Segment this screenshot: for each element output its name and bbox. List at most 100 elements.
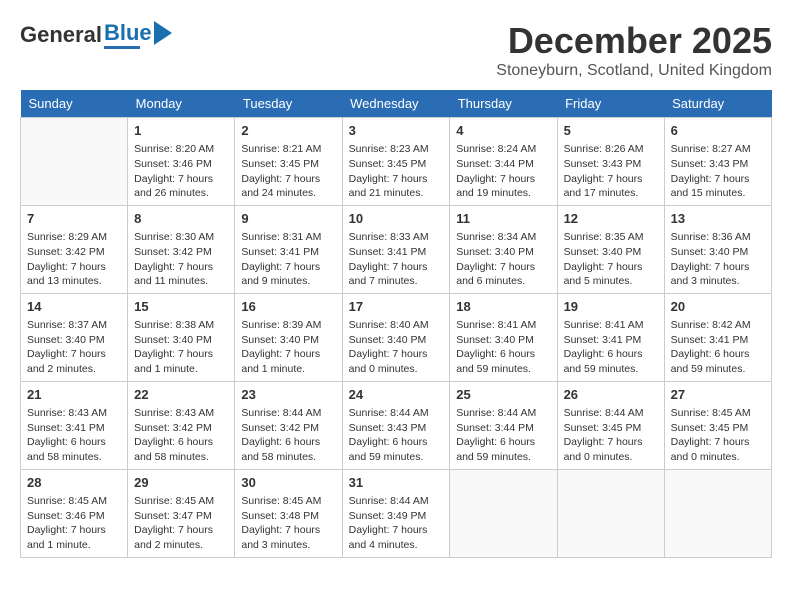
calendar-cell: 7Sunrise: 8:29 AM Sunset: 3:42 PM Daylig… (21, 205, 128, 293)
calendar-cell (557, 469, 664, 557)
day-number: 6 (671, 122, 765, 140)
day-info: Sunrise: 8:44 AM Sunset: 3:43 PM Dayligh… (349, 406, 444, 465)
day-info: Sunrise: 8:44 AM Sunset: 3:42 PM Dayligh… (241, 406, 335, 465)
calendar-cell: 8Sunrise: 8:30 AM Sunset: 3:42 PM Daylig… (128, 205, 235, 293)
day-info: Sunrise: 8:41 AM Sunset: 3:41 PM Dayligh… (564, 318, 658, 377)
calendar-cell: 17 Sunrise: 8:40 AM Sunset: 3:40 PM Dayli… (342, 293, 450, 381)
calendar-week-row: 28 Sunrise: 8:45 AM Sunset: 3:46 PM Dayli… (21, 469, 772, 557)
day-number: 28 (27, 474, 121, 492)
day-info: Sunrise: 8:20 AM Sunset: 3:46 PM Dayligh… (134, 142, 228, 201)
calendar-cell: 30 Sunrise: 8:45 AM Sunset: 3:48 PM Dayli… (235, 469, 342, 557)
column-header-thursday: Thursday (450, 90, 557, 118)
calendar-cell: 5Sunrise: 8:26 AM Sunset: 3:43 PM Daylig… (557, 118, 664, 206)
day-info: Sunrise: 8:37 AM Sunset: 3:40 PM Dayligh… (27, 318, 121, 377)
calendar-cell: 10 Sunrise: 8:33 AM Sunset: 3:41 PM Dayli… (342, 205, 450, 293)
calendar-cell: 18 Sunrise: 8:41 AM Sunset: 3:40 PM Dayli… (450, 293, 557, 381)
day-info: Sunrise: 8:43 AM Sunset: 3:41 PM Dayligh… (27, 406, 121, 465)
day-number: 3 (349, 122, 444, 140)
logo-arrow-icon (154, 21, 172, 45)
calendar-cell: 19 Sunrise: 8:41 AM Sunset: 3:41 PM Dayli… (557, 293, 664, 381)
calendar-cell: 25Sunrise: 8:44 AM Sunset: 3:44 PM Dayli… (450, 381, 557, 469)
column-header-monday: Monday (128, 90, 235, 118)
page-header: General Blue December 2025 Stoneyburn, S… (20, 20, 772, 80)
calendar-cell: 28 Sunrise: 8:45 AM Sunset: 3:46 PM Dayli… (21, 469, 128, 557)
calendar-cell (664, 469, 771, 557)
calendar-cell: 2 Sunrise: 8:21 AM Sunset: 3:45 PM Daylig… (235, 118, 342, 206)
calendar-cell (450, 469, 557, 557)
day-number: 16 (241, 298, 335, 316)
calendar-cell: 31Sunrise: 8:44 AM Sunset: 3:49 PM Dayli… (342, 469, 450, 557)
column-header-wednesday: Wednesday (342, 90, 450, 118)
calendar-table: SundayMondayTuesdayWednesdayThursdayFrid… (20, 90, 772, 558)
day-number: 25 (456, 386, 550, 404)
day-info: Sunrise: 8:33 AM Sunset: 3:41 PM Dayligh… (349, 230, 444, 289)
calendar-cell: 23 Sunrise: 8:44 AM Sunset: 3:42 PM Dayli… (235, 381, 342, 469)
day-info: Sunrise: 8:38 AM Sunset: 3:40 PM Dayligh… (134, 318, 228, 377)
column-header-tuesday: Tuesday (235, 90, 342, 118)
day-info: Sunrise: 8:44 AM Sunset: 3:45 PM Dayligh… (564, 406, 658, 465)
location-subtitle: Stoneyburn, Scotland, United Kingdom (496, 62, 772, 80)
day-number: 15 (134, 298, 228, 316)
day-info: Sunrise: 8:41 AM Sunset: 3:40 PM Dayligh… (456, 318, 550, 377)
day-number: 13 (671, 210, 765, 228)
day-info: Sunrise: 8:34 AM Sunset: 3:40 PM Dayligh… (456, 230, 550, 289)
day-info: Sunrise: 8:42 AM Sunset: 3:41 PM Dayligh… (671, 318, 765, 377)
calendar-cell: 13 Sunrise: 8:36 AM Sunset: 3:40 PM Dayli… (664, 205, 771, 293)
day-number: 10 (349, 210, 444, 228)
column-header-sunday: Sunday (21, 90, 128, 118)
calendar-week-row: 14 Sunrise: 8:37 AM Sunset: 3:40 PM Dayli… (21, 293, 772, 381)
month-title: December 2025 (496, 20, 772, 62)
calendar-cell: 9Sunrise: 8:31 AM Sunset: 3:41 PM Daylig… (235, 205, 342, 293)
day-number: 5 (564, 122, 658, 140)
day-info: Sunrise: 8:27 AM Sunset: 3:43 PM Dayligh… (671, 142, 765, 201)
day-info: Sunrise: 8:45 AM Sunset: 3:47 PM Dayligh… (134, 494, 228, 553)
day-number: 18 (456, 298, 550, 316)
column-header-saturday: Saturday (664, 90, 771, 118)
day-info: Sunrise: 8:45 AM Sunset: 3:46 PM Dayligh… (27, 494, 121, 553)
day-number: 22 (134, 386, 228, 404)
day-info: Sunrise: 8:45 AM Sunset: 3:45 PM Dayligh… (671, 406, 765, 465)
day-number: 17 (349, 298, 444, 316)
day-info: Sunrise: 8:23 AM Sunset: 3:45 PM Dayligh… (349, 142, 444, 201)
day-number: 31 (349, 474, 444, 492)
calendar-cell: 21 Sunrise: 8:43 AM Sunset: 3:41 PM Dayli… (21, 381, 128, 469)
day-number: 29 (134, 474, 228, 492)
calendar-cell (21, 118, 128, 206)
day-info: Sunrise: 8:43 AM Sunset: 3:42 PM Dayligh… (134, 406, 228, 465)
calendar-cell: 12 Sunrise: 8:35 AM Sunset: 3:40 PM Dayli… (557, 205, 664, 293)
day-number: 21 (27, 386, 121, 404)
day-number: 11 (456, 210, 550, 228)
day-number: 30 (241, 474, 335, 492)
calendar-week-row: 21 Sunrise: 8:43 AM Sunset: 3:41 PM Dayli… (21, 381, 772, 469)
calendar-cell: 22 Sunrise: 8:43 AM Sunset: 3:42 PM Dayli… (128, 381, 235, 469)
day-number: 12 (564, 210, 658, 228)
day-number: 14 (27, 298, 121, 316)
day-info: Sunrise: 8:36 AM Sunset: 3:40 PM Dayligh… (671, 230, 765, 289)
day-info: Sunrise: 8:21 AM Sunset: 3:45 PM Dayligh… (241, 142, 335, 201)
calendar-cell: 6 Sunrise: 8:27 AM Sunset: 3:43 PM Daylig… (664, 118, 771, 206)
logo: General Blue (20, 20, 172, 49)
day-info: Sunrise: 8:35 AM Sunset: 3:40 PM Dayligh… (564, 230, 658, 289)
day-number: 24 (349, 386, 444, 404)
day-number: 20 (671, 298, 765, 316)
calendar-cell: 24 Sunrise: 8:44 AM Sunset: 3:43 PM Dayli… (342, 381, 450, 469)
day-number: 4 (456, 122, 550, 140)
day-number: 23 (241, 386, 335, 404)
day-number: 27 (671, 386, 765, 404)
day-info: Sunrise: 8:24 AM Sunset: 3:44 PM Dayligh… (456, 142, 550, 201)
day-number: 2 (241, 122, 335, 140)
day-info: Sunrise: 8:45 AM Sunset: 3:48 PM Dayligh… (241, 494, 335, 553)
day-info: Sunrise: 8:29 AM Sunset: 3:42 PM Dayligh… (27, 230, 121, 289)
calendar-cell: 16Sunrise: 8:39 AM Sunset: 3:40 PM Dayli… (235, 293, 342, 381)
day-number: 19 (564, 298, 658, 316)
calendar-cell: 27 Sunrise: 8:45 AM Sunset: 3:45 PM Dayli… (664, 381, 771, 469)
title-block: December 2025 Stoneyburn, Scotland, Unit… (496, 20, 772, 80)
calendar-cell: 1Sunrise: 8:20 AM Sunset: 3:46 PM Daylig… (128, 118, 235, 206)
day-info: Sunrise: 8:40 AM Sunset: 3:40 PM Dayligh… (349, 318, 444, 377)
logo-general-text: General (20, 22, 102, 48)
day-number: 9 (241, 210, 335, 228)
calendar-cell: 11 Sunrise: 8:34 AM Sunset: 3:40 PM Dayli… (450, 205, 557, 293)
calendar-cell: 26Sunrise: 8:44 AM Sunset: 3:45 PM Dayli… (557, 381, 664, 469)
day-number: 8 (134, 210, 228, 228)
calendar-cell: 14 Sunrise: 8:37 AM Sunset: 3:40 PM Dayli… (21, 293, 128, 381)
